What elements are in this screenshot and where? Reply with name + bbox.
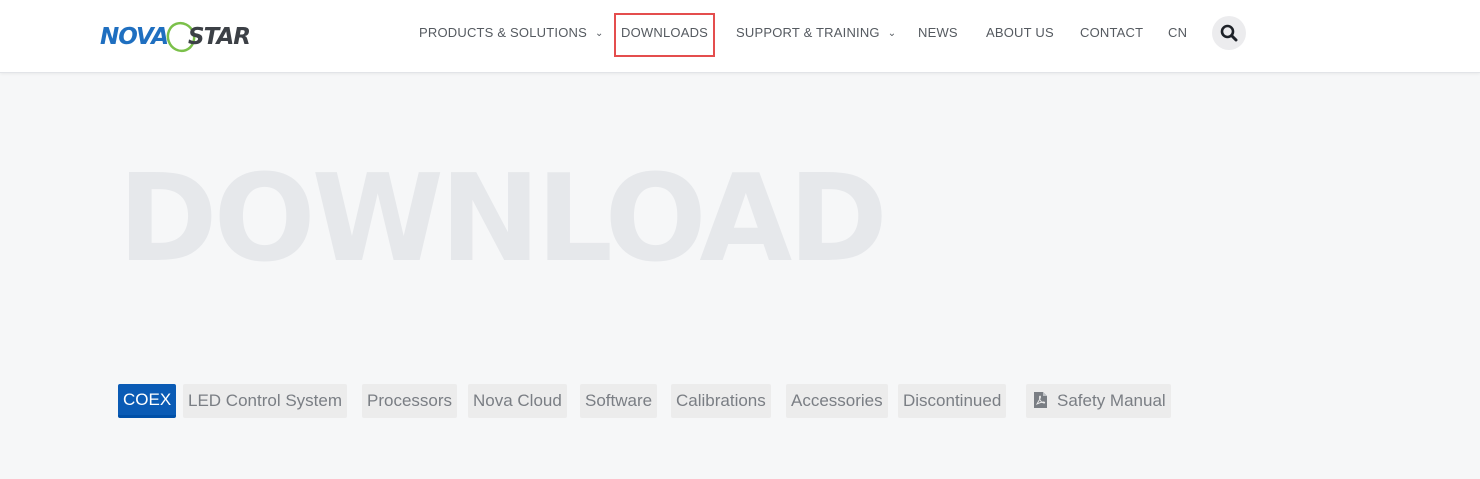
novastar-logo[interactable]: NOVA STAR	[100, 18, 272, 54]
tab-label: Safety Manual	[1057, 391, 1166, 410]
nav-label: PRODUCTS & SOLUTIONS	[419, 25, 587, 40]
tab-discontinued[interactable]: Discontinued	[898, 384, 1007, 418]
tab-calibrations[interactable]: Calibrations	[671, 384, 771, 418]
tab-label: COEX	[123, 390, 172, 409]
pdf-file-icon	[1034, 392, 1047, 409]
nav-label: CONTACT	[1080, 25, 1144, 40]
nav-products-solutions[interactable]: PRODUCTS & SOLUTIONS ⌄	[419, 24, 604, 42]
svg-text:STAR: STAR	[188, 24, 250, 50]
chevron-down-icon: ⌄	[594, 28, 604, 39]
tab-label: LED Control System	[188, 391, 342, 410]
tab-safety-manual[interactable]: Safety Manual	[1026, 384, 1171, 418]
svg-text:NOVA: NOVA	[100, 24, 168, 50]
nav-label: SUPPORT & TRAINING	[736, 25, 880, 40]
tab-label: Processors	[367, 391, 453, 410]
tab-accessories[interactable]: Accessories	[786, 384, 888, 418]
tab-processors[interactable]: Processors	[362, 384, 458, 418]
search-icon	[1220, 24, 1238, 42]
tab-label: Nova Cloud	[473, 391, 562, 410]
nav-support-training[interactable]: SUPPORT & TRAINING ⌄	[736, 24, 896, 42]
tab-label: Calibrations	[676, 391, 766, 410]
nav-label: NEWS	[918, 25, 958, 40]
tab-label: Discontinued	[903, 391, 1002, 410]
search-button[interactable]	[1212, 16, 1246, 50]
chevron-down-icon: ⌄	[887, 28, 897, 39]
nav-news[interactable]: NEWS	[918, 24, 958, 42]
nav-label: ABOUT US	[986, 25, 1054, 40]
tab-label: Accessories	[791, 391, 883, 410]
tab-label: Software	[585, 391, 653, 410]
page-hero-title: DOWNLOAD	[118, 150, 888, 289]
tab-coex[interactable]: COEX	[118, 384, 177, 418]
tab-nova-cloud[interactable]: Nova Cloud	[468, 384, 567, 418]
nav-language-cn[interactable]: CN	[1168, 24, 1187, 42]
tab-led-control-system[interactable]: LED Control System	[183, 384, 347, 418]
nav-label: CN	[1168, 25, 1188, 40]
site-header: NOVA STAR PRODUCTS & SOLUTIONS ⌄ DOWNLOAD…	[0, 0, 1480, 73]
tab-software[interactable]: Software	[580, 384, 658, 418]
highlight-annotation-box	[614, 13, 715, 57]
nav-about-us[interactable]: ABOUT US	[986, 24, 1054, 42]
nav-contact[interactable]: CONTACT	[1080, 24, 1143, 42]
